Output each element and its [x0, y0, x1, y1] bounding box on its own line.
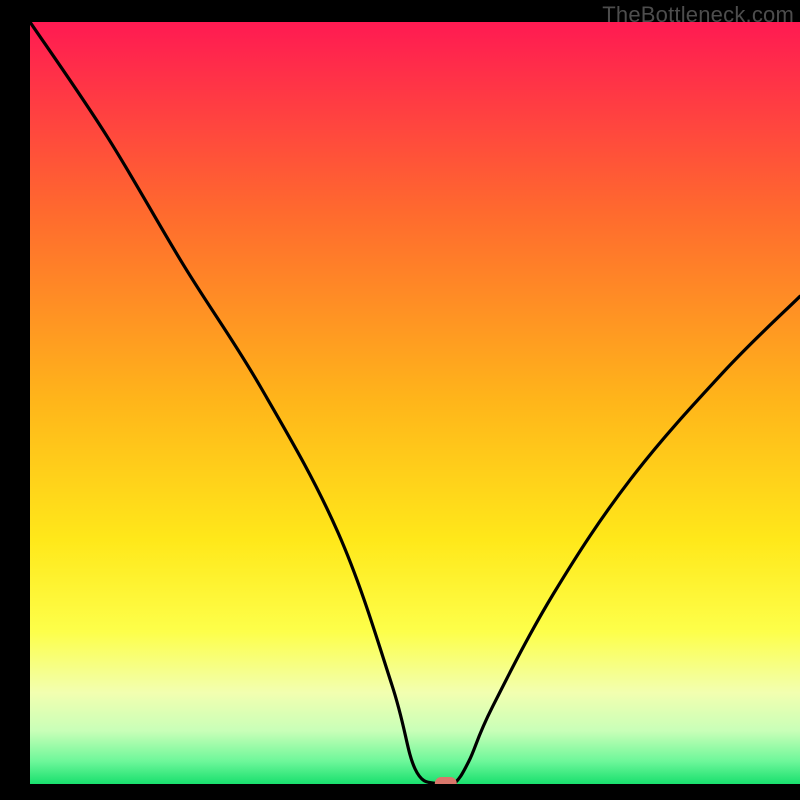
optimal-point-marker: [435, 777, 457, 784]
watermark-text: TheBottleneck.com: [602, 2, 794, 28]
bottleneck-chart: [30, 22, 800, 784]
chart-frame: TheBottleneck.com: [0, 0, 800, 800]
gradient-background: [30, 22, 800, 784]
plot-area: [30, 22, 800, 784]
